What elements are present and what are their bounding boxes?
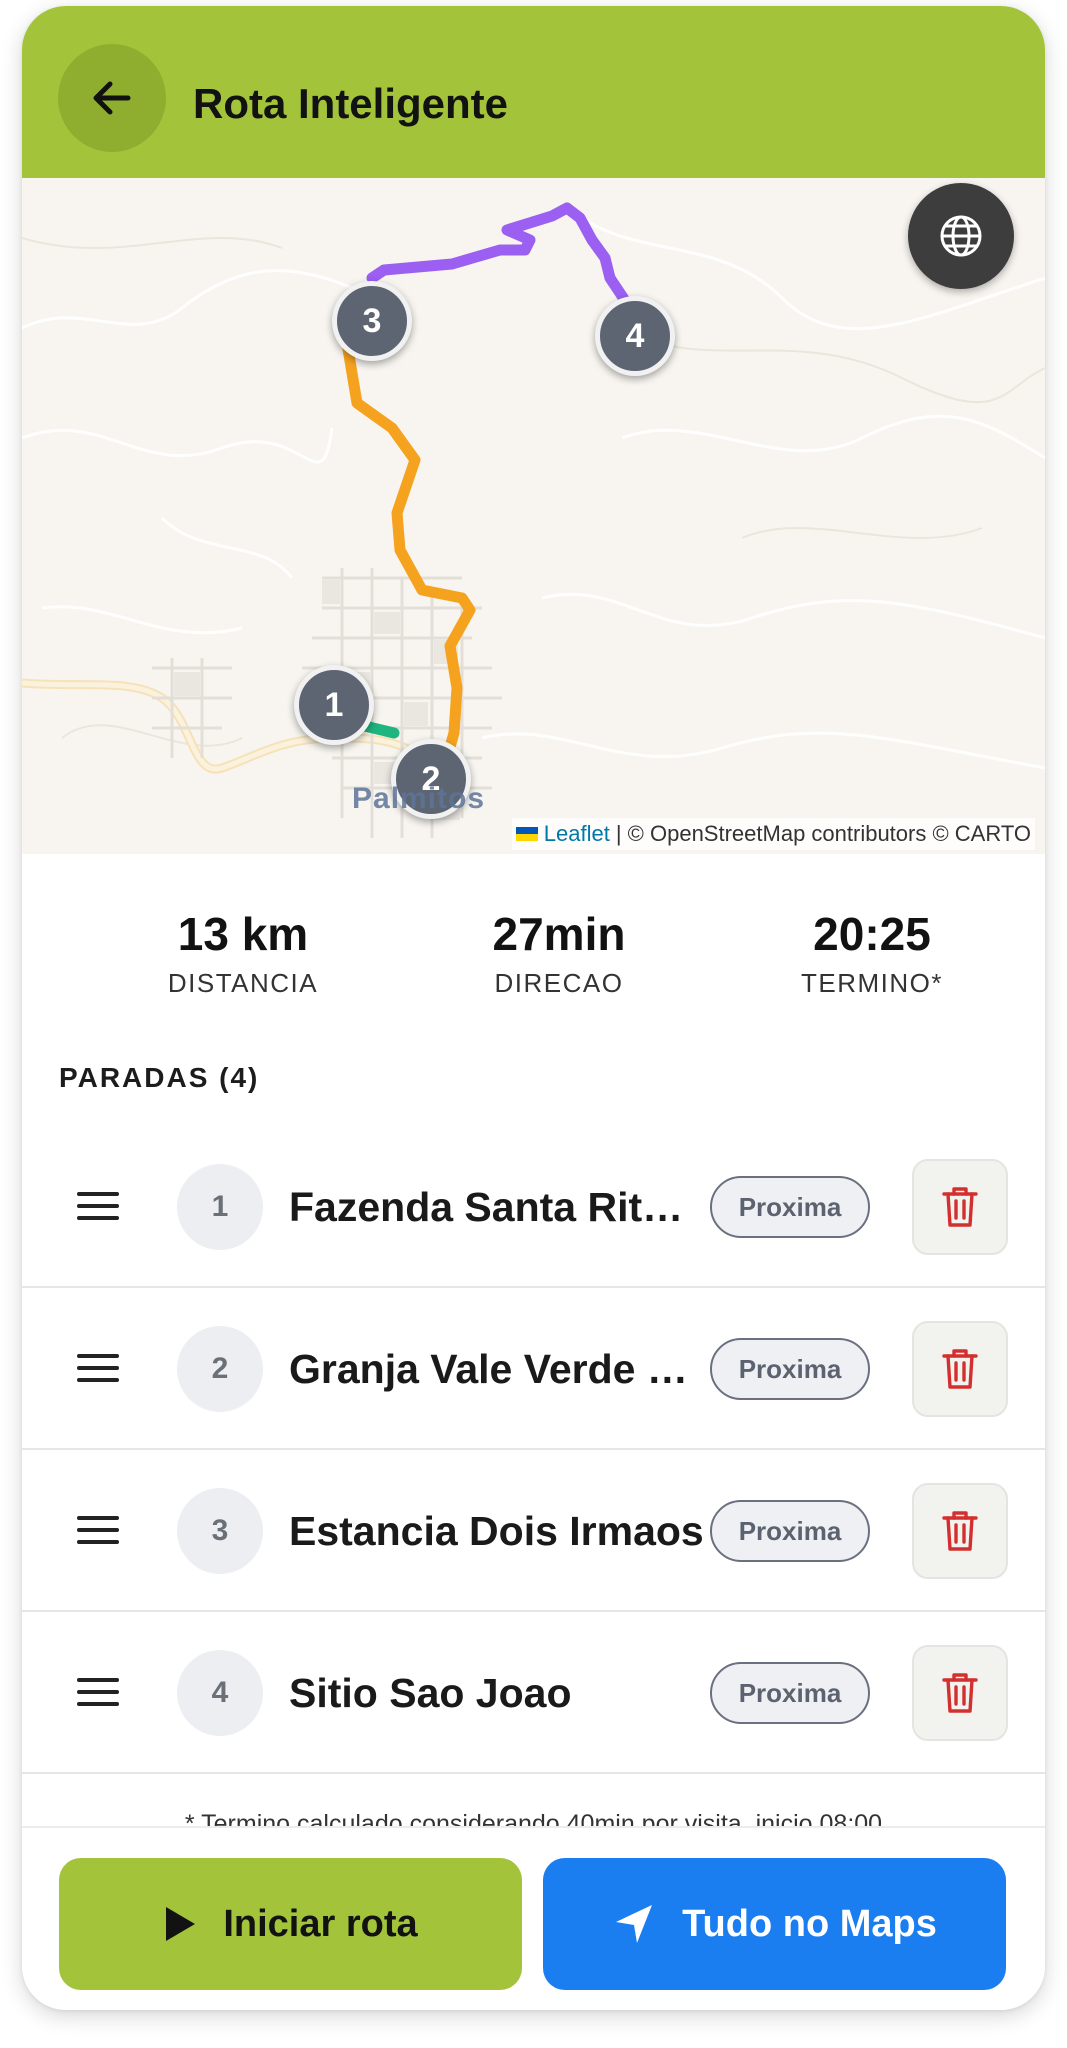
map-layers-button[interactable] bbox=[908, 183, 1014, 289]
route-summary: 13 km DISTANCIA 27min DIRECAO 20:25 TERM… bbox=[22, 906, 1045, 1016]
status-badge: Proxima bbox=[710, 1176, 870, 1238]
drag-handle-icon[interactable] bbox=[77, 1516, 119, 1546]
stop-row[interactable]: 4 Sitio Sao Joao Proxima bbox=[22, 1612, 1045, 1774]
drag-handle-icon[interactable] bbox=[77, 1192, 119, 1222]
stat-duration: 27min DIRECAO bbox=[429, 906, 689, 999]
stops-section-title: PARADAS (4) bbox=[59, 1062, 260, 1093]
stop-name: Granja Vale Verde Ltda bbox=[289, 1346, 704, 1392]
status-badge: Proxima bbox=[710, 1662, 870, 1724]
open-all-in-maps-button[interactable]: Tudo no Maps bbox=[543, 1858, 1006, 1990]
status-badge: Proxima bbox=[710, 1338, 870, 1400]
bottom-action-bar: Iniciar rota Tudo no Maps bbox=[22, 1826, 1045, 2010]
top-app-bar: Rota Inteligente bbox=[22, 6, 1045, 178]
navigation-arrow-icon bbox=[616, 1905, 653, 1943]
stop-name: Estancia Dois Irmaos bbox=[289, 1508, 704, 1554]
delete-stop-button[interactable] bbox=[912, 1483, 1008, 1579]
open-in-maps-label: Tudo no Maps bbox=[682, 1902, 937, 1945]
delete-stop-button[interactable] bbox=[912, 1645, 1008, 1741]
stop-number: 3 bbox=[177, 1488, 263, 1574]
ukraine-flag-icon bbox=[515, 827, 538, 841]
leaflet-link[interactable]: Leaflet bbox=[544, 821, 610, 847]
trash-icon bbox=[942, 1511, 978, 1551]
stat-distance: 13 km DISTANCIA bbox=[113, 906, 373, 999]
stop-number: 1 bbox=[177, 1164, 263, 1250]
status-badge: Proxima bbox=[710, 1500, 870, 1562]
end-time-footnote: * Termino calculado considerando 40min p… bbox=[22, 1806, 1045, 1826]
duration-label: DIRECAO bbox=[494, 968, 624, 998]
stop-number: 2 bbox=[177, 1326, 263, 1412]
delete-stop-button[interactable] bbox=[912, 1159, 1008, 1255]
play-icon bbox=[166, 1907, 196, 1941]
start-route-button[interactable]: Iniciar rota bbox=[59, 1858, 522, 1990]
duration-value: 27min bbox=[492, 908, 626, 960]
stop-name: Sitio Sao Joao bbox=[289, 1670, 572, 1716]
page-title: Rota Inteligente bbox=[193, 80, 509, 127]
app-card: Rota Inteligente 3 4 1 2 Palmitos Leafle… bbox=[22, 6, 1045, 2010]
map-marker-1[interactable]: 1 bbox=[294, 665, 374, 745]
end-time-value: 20:25 bbox=[813, 908, 931, 960]
map-attribution: Leaflet | © OpenStreetMap contributors ©… bbox=[511, 818, 1035, 850]
drag-handle-icon[interactable] bbox=[77, 1678, 119, 1708]
map-marker-3[interactable]: 3 bbox=[332, 281, 412, 361]
stat-end-time: 20:25 TERMINO* bbox=[742, 906, 1002, 999]
trash-icon bbox=[942, 1349, 978, 1389]
distance-label: DISTANCIA bbox=[167, 968, 319, 998]
map-city-label: Palmitos bbox=[352, 782, 486, 815]
footnote-text: * Termino calculado considerando 40min p… bbox=[184, 1810, 883, 1826]
distance-value: 13 km bbox=[177, 908, 309, 960]
start-route-label: Iniciar rota bbox=[223, 1902, 418, 1945]
delete-stop-button[interactable] bbox=[912, 1321, 1008, 1417]
trash-icon bbox=[942, 1187, 978, 1227]
map-marker-4[interactable]: 4 bbox=[595, 296, 675, 376]
end-time-label: TERMINO* bbox=[801, 968, 943, 998]
map-tiles bbox=[22, 202, 1045, 838]
route-map[interactable]: 3 4 1 2 Palmitos Leaflet | © OpenStreetM… bbox=[22, 178, 1045, 854]
stop-row[interactable]: 3 Estancia Dois Irmaos Proxima bbox=[22, 1450, 1045, 1612]
stop-row[interactable]: 1 Fazenda Santa Rita Agropecuaria Proxim… bbox=[22, 1126, 1045, 1288]
drag-handle-icon[interactable] bbox=[77, 1354, 119, 1384]
trash-icon bbox=[942, 1673, 978, 1713]
stop-name: Fazenda Santa Rita Agropecuaria bbox=[289, 1184, 704, 1230]
globe-icon bbox=[940, 215, 982, 257]
attribution-text: | © OpenStreetMap contributors © CARTO bbox=[615, 821, 1031, 846]
stop-row[interactable]: 2 Granja Vale Verde Ltda Proxima bbox=[22, 1288, 1045, 1450]
stop-number: 4 bbox=[177, 1650, 263, 1736]
back-button[interactable] bbox=[58, 44, 166, 152]
arrow-left-icon bbox=[93, 81, 131, 115]
